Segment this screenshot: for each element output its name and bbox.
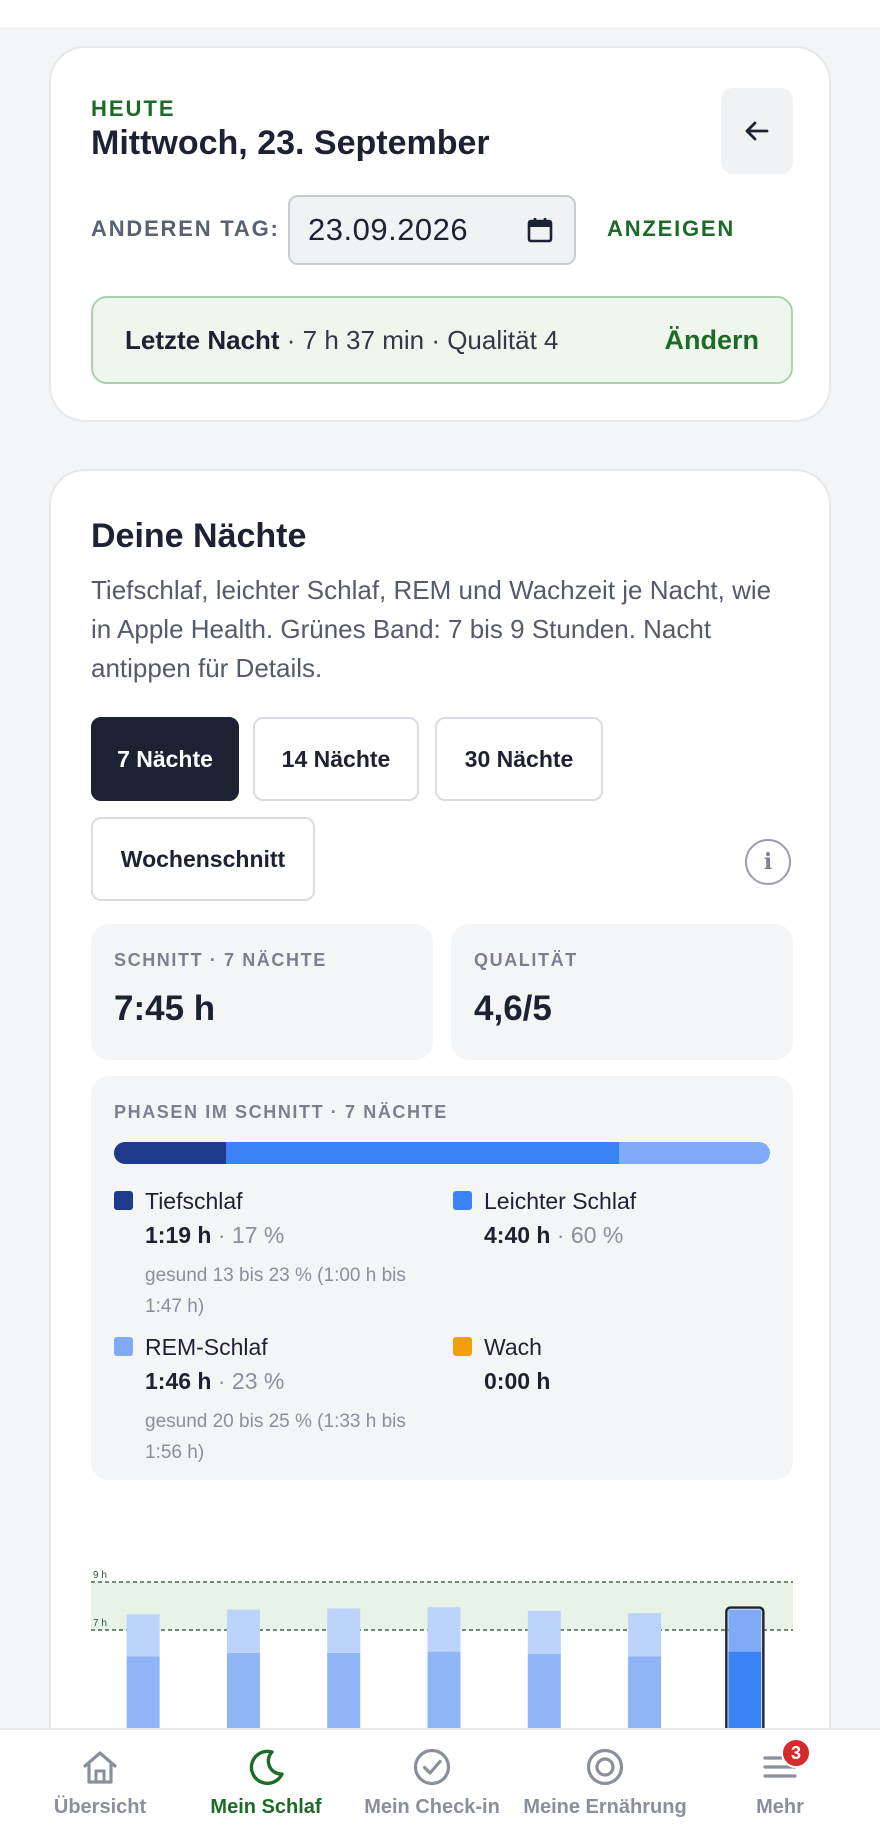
calendar-icon[interactable]: [526, 216, 554, 244]
other-day-label: ANDEREN TAG:: [91, 216, 280, 241]
quality-stat: QUALITÄT 4,6/5: [451, 924, 793, 1060]
last-night-details: · 7 h 37 min · Qualität 4: [279, 324, 559, 355]
average-stat: SCHNITT · 7 NÄCHTE 7:45 h: [91, 924, 433, 1060]
light-sleep-percent: · 60 %: [550, 1222, 624, 1248]
rem-sleep-name: REM-Schlaf: [145, 1334, 268, 1360]
light-sleep-swatch: [453, 1191, 472, 1210]
average-value: 7:45 h: [114, 989, 216, 1028]
nav-my-checkin-label: Mein Check-in: [364, 1796, 500, 1818]
nav-overview-label: Übersicht: [53, 1796, 147, 1818]
rem-sleep-hint: gesund 20 bis 25 % (1:33 h bis 1:56 h): [145, 1411, 406, 1463]
quality-label: QUALITÄT: [474, 950, 578, 970]
nav-more[interactable]: 3 Mehr: [700, 1730, 860, 1834]
last-night-banner[interactable]: Letzte Nacht · 7 h 37 min · Qualität 4 Ä…: [91, 296, 793, 384]
rem-sleep-percent: · 23 %: [211, 1368, 285, 1394]
range-14-nights[interactable]: 14 Nächte: [253, 717, 419, 801]
rem-sleep-swatch: [114, 1337, 133, 1356]
deep-sleep-swatch: [114, 1191, 133, 1210]
quality-value: 4,6/5: [474, 989, 552, 1028]
bar-night-5-rem-schlaf: [527, 1610, 561, 1654]
phase-segment-0: [114, 1142, 226, 1164]
today-eyebrow: HEUTE: [91, 96, 176, 121]
show-button[interactable]: ANZEIGEN: [607, 216, 735, 242]
info-icon[interactable]: i: [745, 839, 791, 885]
moon-icon: [246, 1746, 286, 1788]
bar-night-4-rem-schlaf: [427, 1607, 461, 1652]
range-30-nights[interactable]: 30 Nächte: [435, 717, 603, 801]
phases-label: PHASEN IM SCHNITT · 7 NÄCHTE: [114, 1102, 448, 1122]
tick-label-7h: 7 h: [93, 1618, 107, 1629]
check-circle-icon: [412, 1746, 452, 1788]
deep-sleep-name: Tiefschlaf: [145, 1188, 243, 1214]
more-badge: 3: [781, 1738, 811, 1768]
range-7-nights[interactable]: 7 Nächte: [91, 717, 239, 801]
range-week-average[interactable]: Wochenschnitt: [91, 817, 315, 901]
rem-sleep-value: 1:46 h · 23 %: [145, 1368, 284, 1395]
bar-night-3-rem-schlaf: [327, 1608, 361, 1653]
bar-night-6-rem-schlaf: [628, 1613, 662, 1657]
awake-name: Wach: [484, 1334, 542, 1360]
date-input[interactable]: 23.09.2026: [288, 195, 576, 265]
awake-value: 0:00 h: [484, 1368, 550, 1395]
phase-distribution-bar: [114, 1142, 770, 1164]
bar-night-1-rem-schlaf: [126, 1614, 160, 1657]
date-input-value: 23.09.2026: [308, 212, 469, 247]
change-button[interactable]: Ändern: [665, 325, 760, 356]
awake-swatch: [453, 1337, 472, 1356]
last-night-summary: Letzte Nacht · 7 h 37 min · Qualität 4: [125, 325, 558, 356]
arrow-left-icon: [745, 121, 769, 141]
nav-my-sleep-label: Mein Schlaf: [210, 1796, 322, 1818]
phase-segment-2: [619, 1142, 770, 1164]
nights-description: Tiefschlaf, leichter Schlaf, REM und Wac…: [91, 575, 772, 683]
status-strip: [0, 0, 880, 27]
nights-card: Deine Nächte Tiefschlaf, leichter Schlaf…: [49, 469, 831, 1834]
home-icon: [80, 1746, 120, 1788]
bar-night-2-rem-schlaf: [226, 1609, 260, 1653]
deep-sleep-duration: 1:19 h: [145, 1222, 212, 1248]
bottom-nav: Übersicht Mein Schlaf Mein Check-in Mein…: [0, 1728, 880, 1834]
awake-duration: 0:00 h: [484, 1368, 551, 1394]
nav-my-checkin[interactable]: Mein Check-in: [332, 1730, 532, 1834]
nav-more-label: Mehr: [756, 1796, 804, 1818]
phase-segment-1: [225, 1142, 620, 1164]
average-label: SCHNITT · 7 NÄCHTE: [114, 950, 327, 970]
light-sleep-duration: 4:40 h: [484, 1222, 551, 1248]
deep-sleep-value: 1:19 h · 17 %: [145, 1222, 284, 1249]
deep-sleep-hint: gesund 13 bis 23 % (1:00 h bis 1:47 h): [145, 1265, 406, 1317]
nights-title: Deine Nächte: [91, 517, 307, 555]
tick-label-9h: 9 h: [93, 1570, 107, 1581]
rem-sleep-duration: 1:46 h: [145, 1368, 212, 1394]
light-sleep-name: Leichter Schlaf: [484, 1188, 637, 1214]
light-sleep-value: 4:40 h · 60 %: [484, 1222, 623, 1249]
deep-sleep-percent: · 17 %: [211, 1222, 285, 1248]
back-button[interactable]: [721, 88, 793, 174]
page-title: Mittwoch, 23. September: [91, 124, 490, 162]
nav-my-nutrition[interactable]: Meine Ernährung: [505, 1730, 705, 1834]
nav-my-nutrition-label: Meine Ernährung: [523, 1796, 687, 1818]
bar-night-7-rem-schlaf: [728, 1609, 762, 1652]
phases-panel: PHASEN IM SCHNITT · 7 NÄCHTE Tiefschlaf …: [91, 1076, 793, 1480]
today-card: HEUTE Mittwoch, 23. September ANDEREN TA…: [49, 46, 831, 422]
last-night-label: Letzte Nacht: [125, 324, 280, 355]
target-icon: [585, 1746, 625, 1788]
